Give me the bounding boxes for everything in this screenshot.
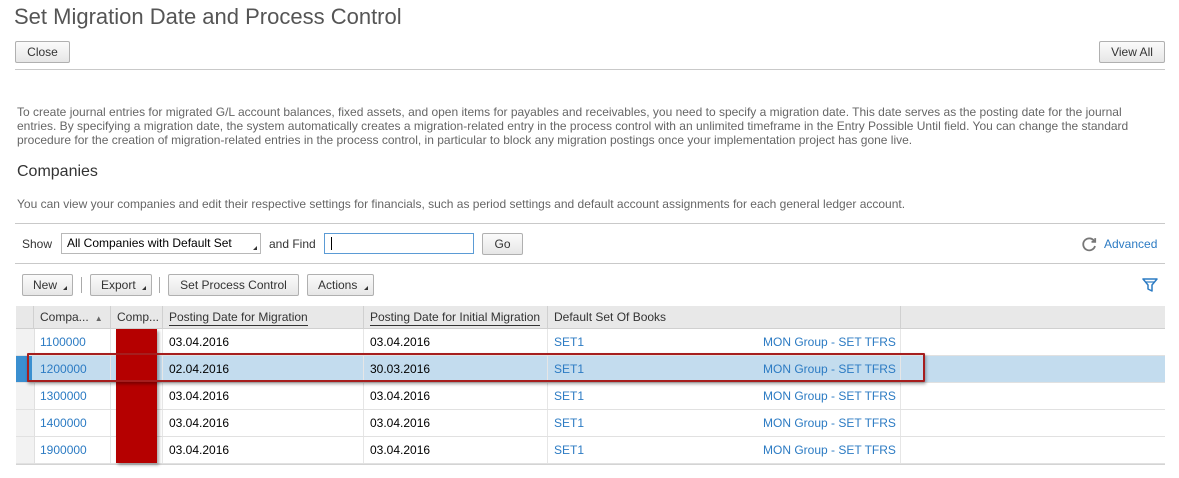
row-selector[interactable]: [16, 383, 35, 409]
section-description: You can view your companies and edit the…: [17, 197, 906, 211]
select-all-header[interactable]: [16, 306, 34, 328]
initial-migration-date-cell: 03.04.2016: [364, 437, 548, 463]
set-of-books-link[interactable]: SET1: [548, 437, 757, 463]
show-select[interactable]: All Companies with Default Set: [61, 233, 261, 254]
companies-table: Compa... ▲ Comp... Posting Date for Migra…: [16, 306, 1165, 465]
show-label: Show: [22, 237, 53, 251]
find-label: and Find: [269, 237, 316, 251]
set-of-books-description-link[interactable]: MON Group - SET TFRS: [757, 437, 901, 463]
find-input[interactable]: [324, 233, 474, 254]
set-of-books-link[interactable]: SET1: [548, 383, 757, 409]
column-header-default-set-of-books[interactable]: Default Set Of Books: [548, 306, 901, 328]
column-header-initial-migration-date[interactable]: Posting Date for Initial Migration: [364, 306, 548, 328]
row-selector[interactable]: [16, 410, 35, 436]
view-all-button[interactable]: View All: [1099, 41, 1165, 63]
initial-migration-date-cell: 03.04.2016: [364, 383, 548, 409]
company-id-link[interactable]: 1400000: [34, 410, 111, 436]
column-header-posting-date[interactable]: Posting Date for Migration: [163, 306, 364, 328]
close-button[interactable]: Close: [15, 41, 70, 63]
filter-divider: [15, 263, 1165, 264]
section-title: Companies: [17, 163, 98, 180]
refresh-icon[interactable]: [1080, 235, 1098, 253]
initial-migration-date-cell: 03.04.2016: [364, 329, 548, 355]
set-of-books-link[interactable]: SET1: [548, 329, 757, 355]
posting-date-cell: 03.04.2016: [163, 410, 364, 436]
filter-icon[interactable]: [1142, 277, 1158, 293]
redaction-block: [116, 329, 157, 463]
section-divider: [15, 223, 1165, 224]
go-button[interactable]: Go: [482, 233, 523, 255]
table-row[interactable]: 1100000 03.04.2016 03.04.2016 SET1 MON G…: [16, 329, 1165, 356]
set-of-books-description-link[interactable]: MON Group - SET TFRS: [757, 410, 901, 436]
table-row[interactable]: 1900000 03.04.2016 03.04.2016 SET1 MON G…: [16, 437, 1165, 464]
highlight-box: [27, 353, 925, 382]
row-selector[interactable]: [16, 329, 35, 355]
column-header-company-name[interactable]: Comp...: [111, 306, 163, 328]
table-row[interactable]: 1400000 03.04.2016 03.04.2016 SET1 MON G…: [16, 410, 1165, 437]
posting-date-cell: 03.04.2016: [163, 437, 364, 463]
intro-text: To create journal entries for migrated G…: [17, 105, 1129, 147]
company-id-link[interactable]: 1900000: [34, 437, 111, 463]
set-process-control-button[interactable]: Set Process Control: [168, 274, 299, 296]
table-row[interactable]: 1300000 03.04.2016 03.04.2016 SET1 MON G…: [16, 383, 1165, 410]
posting-date-cell: 03.04.2016: [163, 329, 364, 355]
table-header: Compa... ▲ Comp... Posting Date for Migra…: [16, 306, 1165, 329]
toolbar-separator: [81, 277, 82, 293]
row-selector[interactable]: [16, 437, 35, 463]
toolbar-separator: [159, 277, 160, 293]
set-of-books-link[interactable]: SET1: [548, 410, 757, 436]
export-button[interactable]: Export: [90, 274, 152, 296]
posting-date-cell: 03.04.2016: [163, 383, 364, 409]
set-of-books-description-link[interactable]: MON Group - SET TFRS: [757, 383, 901, 409]
set-of-books-description-link[interactable]: MON Group - SET TFRS: [757, 329, 901, 355]
header-divider: [15, 69, 1165, 70]
text-cursor: [331, 237, 332, 250]
actions-button[interactable]: Actions: [307, 274, 374, 296]
initial-migration-date-cell: 03.04.2016: [364, 410, 548, 436]
column-header-filler: [901, 306, 1165, 328]
page-title: Set Migration Date and Process Control: [14, 4, 402, 29]
company-id-link[interactable]: 1100000: [34, 329, 111, 355]
advanced-link[interactable]: Advanced: [1104, 237, 1157, 251]
column-header-company[interactable]: Compa... ▲: [34, 306, 111, 328]
new-button[interactable]: New: [22, 274, 73, 296]
sort-ascending-icon: ▲: [94, 314, 103, 323]
company-id-link[interactable]: 1300000: [34, 383, 111, 409]
